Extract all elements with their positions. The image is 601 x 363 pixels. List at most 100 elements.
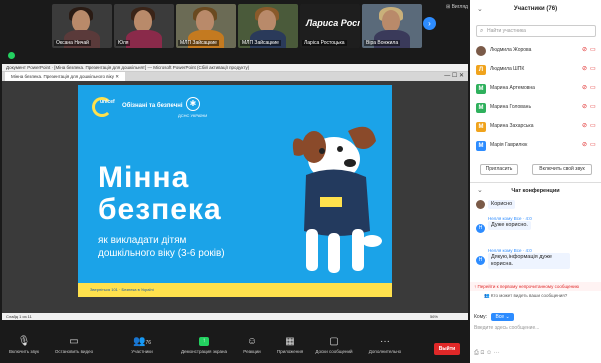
invite-button[interactable]: Пригласить (480, 164, 518, 175)
chat-message-text: Дякую,інформація дуже корисна. (488, 253, 570, 269)
video-tile-name: МЛП Зайсацкие (240, 40, 281, 46)
video-off-icon: ▭ (590, 104, 596, 110)
video-tile[interactable]: Юля (114, 4, 174, 48)
share-screen-icon: ↑ (199, 337, 209, 346)
whiteboards-button[interactable]: ▢ Доски сообщений (310, 335, 358, 354)
chat-to-label: Кому: (474, 314, 488, 320)
apps-label: Приложения (276, 349, 304, 354)
participant-row[interactable]: Л Людмила ШПК ⊘ ▭ (476, 63, 598, 77)
video-tile[interactable]: МЛП Зайсацкие (176, 4, 236, 48)
who-can-see-label: Кто может видеть ваши сообщения? (490, 293, 568, 298)
whiteboard-icon: ▢ (329, 336, 339, 347)
mic-muted-icon: ⊘ (582, 104, 588, 110)
avatar (476, 200, 485, 209)
view-label: Вигляд (451, 4, 468, 10)
chat-input-tools: ⎙ ⊡ ☺ ··· (474, 350, 500, 357)
share-screen-button[interactable]: ↑ Демонстрация экрана (176, 335, 232, 354)
dog-illustration (292, 126, 382, 273)
mic-muted-icon: ⊘ (582, 123, 588, 129)
chat-recipient-select[interactable]: Все ⌄ (491, 313, 514, 321)
participant-name: Марина Захарська (490, 123, 534, 129)
leave-meeting-button[interactable]: Выйти (434, 343, 460, 355)
video-tile[interactable]: МЛП Зайсацкие (238, 4, 298, 48)
slide-subtitle-line1: як викладати дітям (98, 235, 187, 246)
slide-logo-text: Обізнані та безпечні (122, 103, 183, 109)
view-button[interactable]: ⊞ Вигляд (446, 4, 468, 10)
jump-label: Перейти к первому непрочитанному сообщен… (477, 284, 579, 289)
zoom-level: 56% (429, 314, 438, 319)
screenshot-icon[interactable]: ⊡ (480, 350, 484, 356)
chat-recipient-value: Все (495, 314, 505, 320)
who-can-see-link[interactable]: 👥 Кто может видеть ваши сообщения? (484, 293, 567, 299)
participant-row[interactable]: М Марина Захарська ⊘ ▭ (476, 120, 598, 134)
video-tile-name: Ларіса Ростоцька (302, 40, 347, 46)
chat-message: Нелля кому Все · 4:0 Н Дякую,інформація … (476, 248, 598, 269)
unmute-button[interactable]: 🎙 Включить звук (4, 335, 44, 354)
participant-name: Марина Головань (490, 104, 532, 110)
side-panel: ⌄ Участники (76) ⌕ Найти участника Людми… (470, 0, 601, 363)
participant-row[interactable]: Людмила Жорова ⊘ ▭ (476, 44, 598, 58)
more-label: Дополнительно (368, 349, 402, 354)
avatar: Н (476, 256, 485, 265)
video-tile-name: Юля (116, 40, 131, 46)
avatar: Н (476, 224, 485, 233)
whiteboards-label: Доски сообщений (315, 349, 353, 354)
mic-muted-icon: 🎙 (17, 336, 31, 347)
mic-muted-icon: ⊘ (582, 47, 588, 53)
participants-title: Участники (76) (513, 6, 558, 12)
video-off-icon: ▭ (590, 66, 596, 72)
search-placeholder: Найти участника (487, 28, 526, 34)
shared-screen: Документ PowerPoint · [Міна безпека. Пре… (2, 64, 468, 320)
participant-row[interactable]: М Марина Артемовна ⊘ ▭ (476, 82, 598, 96)
video-off-icon: ▭ (590, 85, 596, 91)
stop-video-label: Остановить видео (54, 349, 94, 354)
participant-search-input[interactable]: ⌕ Найти участника (476, 25, 596, 37)
participant-row[interactable]: М Марина Головань ⊘ ▭ (476, 101, 598, 115)
participant-row[interactable]: М Марія Гаврилюк ⊘ ▭ (476, 139, 598, 153)
video-off-icon: ▭ (590, 142, 596, 148)
apps-button[interactable]: ▦ Приложения (272, 335, 308, 354)
slide-title-line1: Мінна (98, 161, 190, 194)
chat-message-input[interactable]: Введите здесь сообщение... (474, 325, 596, 331)
video-gallery-strip: Оксана Ничай Юля МЛП Зайсацкие МЛП Зайса… (0, 0, 470, 52)
mic-muted-icon: ⊘ (582, 142, 588, 148)
participants-button[interactable]: 👥76 Участники (124, 335, 160, 354)
search-icon: ⌕ (480, 28, 484, 34)
gallery-next-button[interactable]: › (423, 17, 436, 30)
video-tile-name: Віра Вонжила (364, 40, 401, 46)
avatar: М (476, 141, 486, 151)
chat-title: Чат конференции (511, 188, 560, 194)
more-button[interactable]: ··· Дополнительно (362, 335, 408, 354)
video-tile[interactable]: Віра Вонжила (362, 4, 422, 48)
chat-recipient-row: Кому: Все ⌄ (474, 313, 514, 321)
video-tile-name: Оксана Ничай (54, 40, 91, 46)
participants-count: 76 (145, 340, 151, 346)
chat-message: Корисно (476, 200, 598, 209)
shared-tab: Мінна безпека. Презентація для дошкільно… (5, 72, 125, 81)
unmute-self-button[interactable]: Включить свой звук (532, 164, 592, 175)
video-tile[interactable]: Оксана Ничай (52, 4, 112, 48)
video-tile-name: МЛП Зайсацкие (178, 40, 219, 46)
reactions-button[interactable]: ☺ Реакции (236, 335, 268, 354)
jump-to-unread-link[interactable]: ↑ Перейти к первому непрочитанному сообщ… (470, 282, 601, 291)
more-icon[interactable]: ··· (494, 350, 500, 356)
apps-icon: ▦ (285, 336, 295, 347)
file-icon[interactable]: ⎙ (474, 350, 479, 356)
slide-footer-text: Зверніться 101 · Безпека в Україні (90, 287, 154, 292)
video-tile-name-only[interactable]: Лариса Ростоцька Ларіса Ростоцька (300, 4, 360, 48)
participants-icon: 👥76 (132, 336, 151, 347)
chat-message: Нелля кому Все · 4:0 Н Дуже корисно. (476, 216, 598, 233)
participant-name: Марина Артемовна (490, 85, 535, 91)
slide-dsns-text: ДСНС УКРАЇНИ (178, 113, 208, 118)
meeting-toolbar: 🎙 Включить звук ▭ Остановить видео 👥76 У… (0, 332, 470, 363)
meeting-area: Оксана Ничай Юля МЛП Зайсацкие МЛП Зайса… (0, 0, 470, 363)
video-off-icon: ▭ (590, 47, 596, 53)
security-shield-icon[interactable] (8, 52, 15, 59)
shared-status-bar: Слайд 1 из 11 56% (2, 313, 468, 320)
stop-video-button[interactable]: ▭ Остановить видео (50, 335, 98, 354)
slide-subtitle-line2: дошкільного віку (3-6 років) (98, 248, 225, 259)
emoji-icon[interactable]: ☺ (486, 350, 492, 356)
slide-footer: Зверніться 101 · Безпека в Україні (78, 283, 392, 297)
slide-logo-brand: unicef (100, 99, 115, 105)
participant-name: Людмила ШПК (490, 66, 525, 72)
